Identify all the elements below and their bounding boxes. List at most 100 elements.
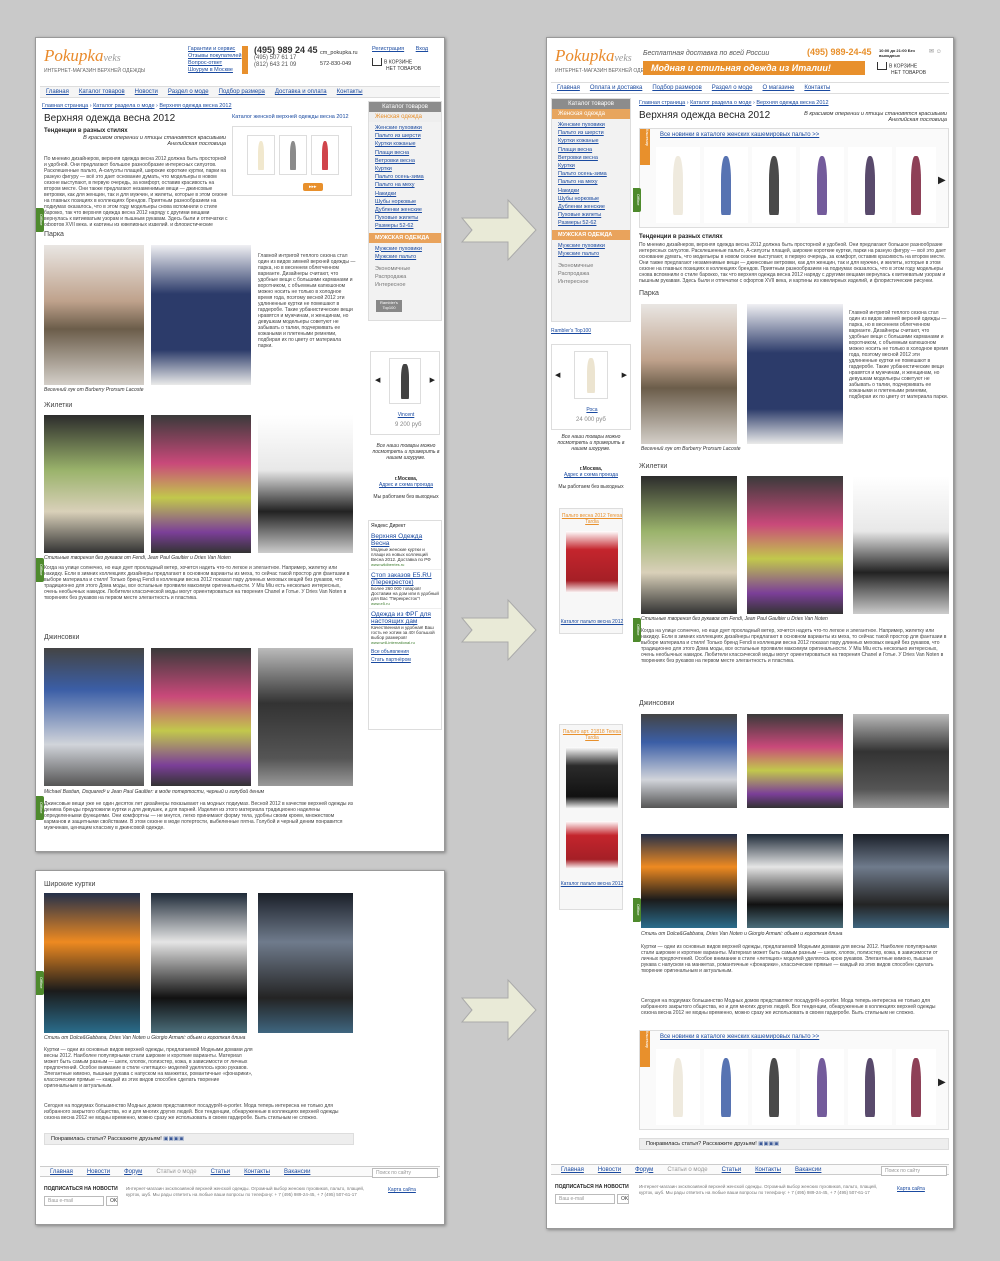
promo-banner-link[interactable]: Все новинки в каталоге женских кашемиров… [660, 132, 819, 138]
sidebar-item[interactable]: Распродажа [558, 270, 624, 278]
nav-item[interactable]: Новости [135, 89, 158, 95]
sidebar-item[interactable]: Мужские пальто [558, 250, 624, 258]
footer-link[interactable]: Контакты [755, 1167, 781, 1173]
address-link[interactable]: Адрес и схема проезда [370, 482, 442, 488]
sidebar-item[interactable]: Размеры 52-62 [558, 219, 624, 227]
footer-search-input[interactable]: Поиск по сайту [881, 1166, 947, 1176]
sitemap-link[interactable]: Карта сайта [388, 1187, 416, 1193]
sidebar-item[interactable]: Шубы норковые [375, 198, 435, 206]
promo-image[interactable] [566, 821, 618, 869]
nav-item[interactable]: Раздел о моде [168, 89, 209, 95]
sidebar-item[interactable]: Мужские пуховики [375, 245, 435, 253]
register-link[interactable]: Регистрация [372, 46, 404, 52]
sidebar-item[interactable]: Пальто на меху [375, 181, 435, 189]
sidebar-item[interactable]: Мужские пальто [375, 253, 435, 261]
sidebar-item[interactable]: Куртки [375, 165, 435, 173]
prev-icon[interactable]: ◀ [555, 371, 560, 379]
header-link[interactable]: Гарантии и сервис [188, 46, 242, 53]
product-thumb[interactable] [247, 135, 275, 175]
product-name[interactable]: Vincent [371, 412, 441, 418]
promo-link[interactable]: Пальто весна 2012 Teresa Tardia [560, 513, 624, 525]
sidebar-item[interactable]: Пальто из шерсти [375, 132, 435, 140]
offline-tab[interactable]: Offline [633, 898, 641, 922]
nav-item[interactable]: Контакты [337, 89, 363, 95]
sidebar-item[interactable]: Плащи весна [558, 146, 624, 154]
sidebar-item[interactable]: Пальто осень-зима [375, 173, 435, 181]
prev-icon[interactable]: ◀ [375, 376, 380, 384]
sidebar-item[interactable]: Пуховые жилеты [558, 211, 624, 219]
rambler-counter[interactable]: Rambler's Top100 [551, 328, 591, 334]
subscribe-ok-button[interactable]: OK [617, 1194, 629, 1204]
sidebar-item[interactable]: Интересное [558, 278, 624, 286]
promo-catalog-link[interactable]: Каталог пальто весна 2012 [560, 619, 624, 625]
address-link[interactable]: Адрес и схема проезда [551, 472, 631, 478]
share-icons[interactable]: ▣▣▣▣ [758, 1141, 779, 1147]
promo-catalog-link[interactable]: Каталог пальто весна 2012 [560, 881, 624, 887]
footer-link[interactable]: Вакансии [284, 1169, 310, 1175]
product-name[interactable]: Роса [552, 407, 632, 413]
footer-link[interactable]: Форум [635, 1167, 653, 1173]
email-input[interactable]: Ваш e-mail [555, 1194, 615, 1204]
sidebar-item[interactable]: Куртки кожаные [558, 137, 624, 145]
sidebar-item[interactable]: Интересное [375, 281, 435, 289]
footer-link[interactable]: Статьи [722, 1167, 741, 1173]
product-image[interactable] [389, 358, 421, 404]
related-link[interactable]: Каталог женской верхней одежды весна 201… [232, 114, 349, 120]
offline-tab[interactable]: Offline [633, 618, 641, 642]
sidebar-item[interactable]: Экономичные [558, 262, 624, 270]
sidebar-item[interactable]: Куртки [558, 162, 624, 170]
ad-item[interactable]: Одежда из ФРГ для настоящих дам Качестве… [369, 609, 441, 647]
next-icon[interactable]: ▶ [622, 371, 627, 379]
footer-link[interactable]: Главная [561, 1167, 584, 1173]
breadcrumb-item[interactable]: Каталог раздела о моде [93, 103, 154, 109]
nav-item[interactable]: Главная [557, 85, 580, 91]
breadcrumb-item[interactable]: Верхняя одежда весна 2012 [756, 100, 828, 106]
coat-thumb[interactable] [656, 147, 700, 223]
breadcrumb-item[interactable]: Главная страница [639, 100, 685, 106]
footer-link[interactable]: Статьи о моде [667, 1167, 707, 1173]
all-ads-link[interactable]: Все объявления [369, 647, 441, 657]
coat-thumb[interactable] [896, 147, 936, 223]
sidebar-men-title[interactable]: МУЖСКАЯ ОДЕЖДА [369, 232, 441, 243]
nav-item[interactable]: О магазине [762, 85, 794, 91]
email-input[interactable]: Ваш e-mail [44, 1196, 104, 1206]
ad-item[interactable]: Стоп заказов E5.RU (Перекресток) Более 2… [369, 570, 441, 609]
nav-item[interactable]: Подбор размера [219, 89, 265, 95]
breadcrumb-item[interactable]: Главная страница [42, 103, 88, 109]
footer-link[interactable]: Новости [87, 1169, 110, 1175]
nav-item[interactable]: Оплата и доставка [590, 85, 642, 91]
footer-link[interactable]: Главная [50, 1169, 73, 1175]
share-icons[interactable]: ▣▣▣▣ [163, 1136, 184, 1142]
promo-link[interactable]: Пальто арт. 21818 Teresa Tardia [560, 729, 624, 741]
sidebar-item[interactable]: Экономичные [375, 265, 435, 273]
site-logo[interactable]: Pokupkaveks [44, 46, 121, 66]
sidebar-item[interactable]: Пальто осень-зима [558, 170, 624, 178]
sidebar-item[interactable]: Куртки кожаные [375, 140, 435, 148]
footer-link[interactable]: Форум [124, 1169, 142, 1175]
coat-thumb[interactable] [704, 1049, 748, 1125]
nav-item[interactable]: Доставка и оплата [275, 89, 327, 95]
sidebar-item[interactable]: Плащи весна [375, 149, 435, 157]
sidebar-item[interactable]: Дубленки женские [375, 206, 435, 214]
offline-tab[interactable]: Offline [36, 971, 44, 995]
footer-link[interactable]: Новости [598, 1167, 621, 1173]
sidebar-women-title[interactable]: Женская одежда [369, 112, 441, 122]
product-image[interactable] [574, 351, 608, 399]
nav-item[interactable]: Каталог товаров [79, 89, 125, 95]
carousel-next-icon[interactable]: ▶ [938, 175, 946, 186]
sidebar-item[interactable]: Размеры 52-62 [375, 222, 435, 230]
offline-tab[interactable]: Offline [633, 188, 641, 212]
offline-tab[interactable]: Offline [36, 208, 44, 232]
promo-banner-link[interactable]: Все новинки в каталоге женских кашемиров… [660, 1034, 819, 1040]
promo-image[interactable] [566, 531, 618, 593]
cart[interactable]: В КОРЗИНЕ НЕТ ТОВАРОВ [372, 58, 421, 72]
nav-item[interactable]: Главная [46, 89, 69, 95]
sidebar-men-title[interactable]: МУЖСКАЯ ОДЕЖДА [552, 229, 630, 240]
user-icon[interactable]: ✉ ☺ [929, 48, 942, 55]
product-thumb[interactable] [279, 135, 307, 175]
breadcrumb-item[interactable]: Верхняя одежда весна 2012 [159, 103, 231, 109]
sidebar-item[interactable]: Шубы норковые [558, 195, 624, 203]
sitemap-link[interactable]: Карта сайта [897, 1186, 925, 1192]
sidebar-item[interactable]: Ветровки весна [375, 157, 435, 165]
coat-thumb[interactable] [752, 1049, 796, 1125]
